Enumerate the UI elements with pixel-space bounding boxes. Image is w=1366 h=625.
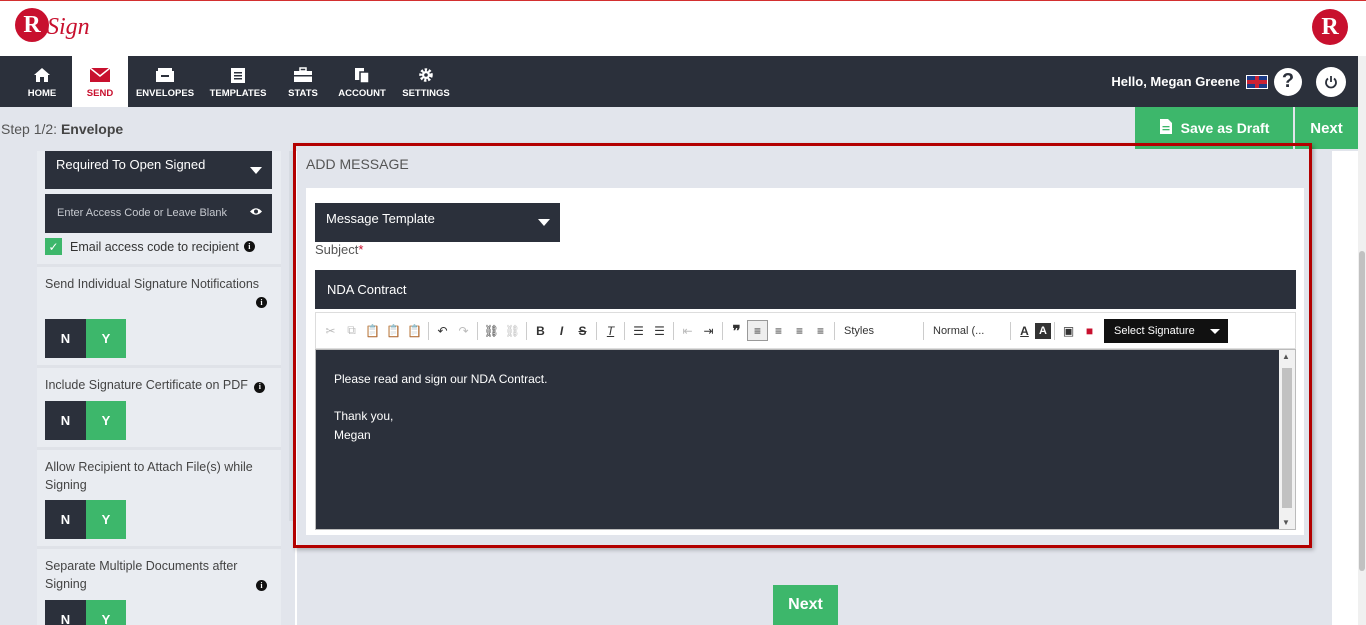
nav-templates-label: TEMPLATES xyxy=(209,88,267,99)
step-name: Envelope xyxy=(60,121,124,137)
eye-icon[interactable] xyxy=(249,205,263,219)
logo-letter: R xyxy=(15,8,49,42)
envelope-icon xyxy=(90,64,110,86)
access-code-placeholder: Enter Access Code or Leave Blank xyxy=(57,207,227,219)
save-as-draft-label: Save as Draft xyxy=(1180,120,1270,136)
access-code-dropdown[interactable]: Required To Open Signed xyxy=(45,151,272,189)
separate-documents-label: Separate Multiple Documents after Signin… xyxy=(45,559,238,591)
email-access-code-row: ✓ Email access code to recipient i xyxy=(45,238,255,255)
templates-icon xyxy=(230,64,246,86)
info-icon[interactable]: i xyxy=(256,580,267,591)
toggle-no[interactable]: N xyxy=(45,401,86,440)
nav-envelopes-label: ENVELOPES xyxy=(135,88,195,99)
nav-send-label: SEND xyxy=(86,88,114,99)
toggle-yes[interactable]: Y xyxy=(86,319,126,358)
uk-flag-icon[interactable] xyxy=(1246,74,1268,89)
nav-send[interactable]: SEND xyxy=(72,56,128,107)
page-scrollbar[interactable] xyxy=(1358,56,1366,625)
email-access-code-label: Email access code to recipient xyxy=(70,239,239,254)
nav-settings-label: SETTINGS xyxy=(402,88,450,99)
individual-notifications-label: Send Individual Signature Notifications xyxy=(45,277,260,291)
nav-account-label: ACCOUNT xyxy=(338,88,386,99)
nav-envelopes[interactable]: ENVELOPES xyxy=(136,56,194,107)
logo-text: Sign xyxy=(47,13,90,40)
signature-certificate-toggle[interactable]: N Y xyxy=(45,401,126,440)
document-icon xyxy=(1159,118,1173,138)
attach-files-toggle[interactable]: N Y xyxy=(45,500,126,539)
page-scrollbar-thumb[interactable] xyxy=(1359,251,1365,571)
info-icon[interactable]: i xyxy=(256,297,267,308)
chevron-down-icon xyxy=(250,167,262,174)
user-area: Hello, Megan Greene ? xyxy=(1111,56,1358,107)
nav-stats[interactable]: STATS xyxy=(282,56,324,107)
signature-certificate-label: Include Signature Certificate on PDF xyxy=(45,378,248,392)
brand-icon: R xyxy=(1312,9,1348,45)
main-nav: HOME SEND ENVELOPES TEMPLATES STATS ACCO… xyxy=(0,56,1358,107)
rsign-logo[interactable]: R Sign xyxy=(15,8,90,42)
toggle-no[interactable]: N xyxy=(45,600,86,625)
divider xyxy=(37,546,281,549)
email-access-code-checkbox[interactable]: ✓ xyxy=(45,238,62,255)
highlight-frame xyxy=(293,143,1312,548)
toggle-yes[interactable]: Y xyxy=(86,600,126,625)
nav-stats-label: STATS xyxy=(288,88,318,99)
nav-settings[interactable]: SETTINGS xyxy=(400,56,452,107)
option-label: Separate Multiple Documents after Signin… xyxy=(45,557,250,593)
nav-home[interactable]: HOME xyxy=(16,56,68,107)
divider xyxy=(37,447,281,450)
info-icon[interactable]: i xyxy=(254,381,266,393)
top-bar: R Sign R xyxy=(0,0,1366,56)
gear-icon xyxy=(418,64,434,86)
home-icon xyxy=(33,64,51,86)
step-prefix: Step 1/2: xyxy=(1,121,58,137)
option-label: Include Signature Certificate on PDF i xyxy=(45,376,275,394)
toggle-yes[interactable]: Y xyxy=(86,500,126,539)
nav-templates[interactable]: TEMPLATES xyxy=(208,56,268,107)
separate-documents-toggle[interactable]: N Y xyxy=(45,600,126,625)
step-indicator: Step 1/2: Envelope xyxy=(1,121,123,137)
toggle-no[interactable]: N xyxy=(45,319,86,358)
help-icon[interactable]: ? xyxy=(1274,67,1302,96)
access-code-input[interactable]: Enter Access Code or Leave Blank xyxy=(45,194,272,233)
nav-home-label: HOME xyxy=(27,88,57,99)
option-label: Send Individual Signature Notifications xyxy=(45,275,275,293)
nav-account[interactable]: ACCOUNT xyxy=(336,56,388,107)
toggle-no[interactable]: N xyxy=(45,500,86,539)
next-button-bottom[interactable]: Next xyxy=(773,585,838,625)
divider xyxy=(37,365,281,368)
power-icon[interactable] xyxy=(1316,66,1346,97)
access-code-dropdown-value: Required To Open Signed xyxy=(56,157,206,172)
inbox-icon xyxy=(155,64,175,86)
divider xyxy=(37,264,281,267)
briefcase-icon xyxy=(293,64,313,86)
individual-notifications-toggle[interactable]: N Y xyxy=(45,319,126,358)
option-label: Allow Recipient to Attach File(s) while … xyxy=(45,458,270,494)
user-greeting: Hello, Megan Greene xyxy=(1111,74,1240,89)
toggle-yes[interactable]: Y xyxy=(86,401,126,440)
documents-icon xyxy=(353,64,371,86)
attach-files-label: Allow Recipient to Attach File(s) while … xyxy=(45,460,253,492)
info-icon[interactable]: i xyxy=(243,241,255,252)
